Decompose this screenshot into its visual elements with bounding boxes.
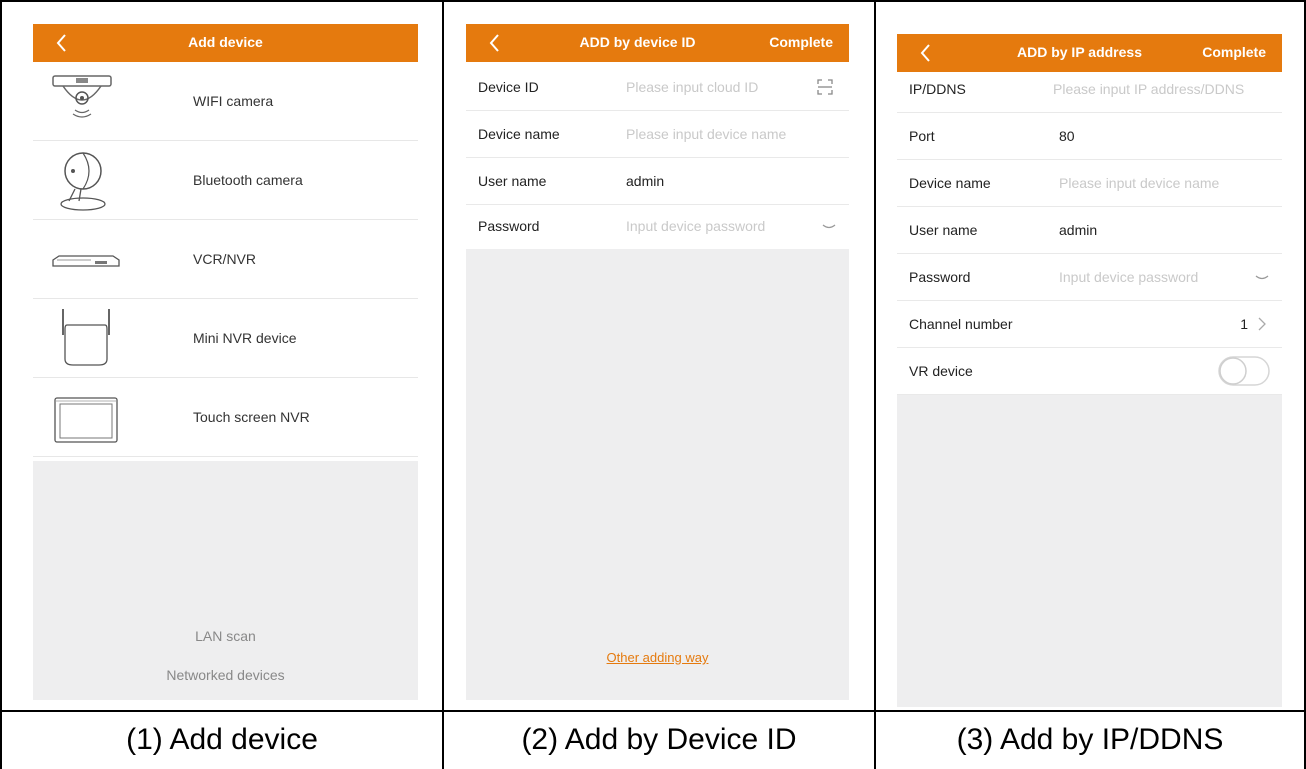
networked-devices-link[interactable]: Networked devices <box>33 667 418 683</box>
password-input[interactable]: Input device password <box>626 203 765 249</box>
device-name-input[interactable]: Please input device name <box>626 111 786 157</box>
device-type-label: Touch screen NVR <box>193 409 310 425</box>
page-title: ADD by device ID <box>579 34 696 50</box>
ip-ddns-row: IP/DDNS Please input IP address/DDNS <box>897 66 1282 113</box>
field-label: User name <box>478 173 547 189</box>
device-type-vcr-nvr[interactable]: VCR/NVR <box>33 220 418 299</box>
other-adding-way-link[interactable]: Other adding way <box>466 650 849 665</box>
field-label: Device ID <box>478 79 539 95</box>
password-row: Password Input device password <box>897 254 1282 301</box>
add-by-device-id-screen: ADD by device ID Complete Device ID Plea… <box>466 24 849 700</box>
device-name-row: Device name Please input device name <box>466 111 849 158</box>
empty-area <box>897 395 1282 707</box>
empty-area <box>33 461 418 700</box>
chevron-left-icon[interactable] <box>482 30 508 56</box>
device-name-row: Device name Please input device name <box>897 160 1282 207</box>
grid-divider-1 <box>442 0 444 769</box>
lan-scan-link[interactable]: LAN scan <box>33 628 418 644</box>
navigation-bar: ADD by device ID Complete <box>466 24 849 62</box>
chevron-right-icon <box>1258 317 1266 331</box>
toggle-off-icon[interactable] <box>1218 356 1270 386</box>
field-label: Device name <box>909 175 991 191</box>
password-row: Password Input device password <box>466 203 849 250</box>
device-id-input[interactable]: Please input cloud ID <box>626 64 758 110</box>
vr-device-row: VR device <box>897 348 1282 395</box>
field-label: IP/DDNS <box>909 81 966 97</box>
device-type-label: WIFI camera <box>193 93 274 109</box>
device-type-bluetooth-camera[interactable]: Bluetooth camera <box>33 141 418 220</box>
complete-button[interactable]: Complete <box>769 34 833 50</box>
caption-add-by-ip-ddns: (3) Add by IP/DDNS <box>956 723 1224 756</box>
user-name-row: User name admin <box>897 207 1282 254</box>
password-input[interactable]: Input device password <box>1059 254 1198 300</box>
navigation-bar: Add device <box>33 24 418 62</box>
nvr-box-icon <box>52 255 120 267</box>
bluetooth-camera-icon <box>60 152 106 211</box>
eye-closed-icon[interactable] <box>1252 267 1272 287</box>
device-type-label: Bluetooth camera <box>193 172 303 188</box>
scan-icon[interactable] <box>815 77 835 97</box>
empty-area <box>466 249 849 700</box>
field-label: Device name <box>478 126 560 142</box>
eye-closed-icon[interactable] <box>819 216 839 236</box>
page-title: Add device <box>188 34 263 50</box>
grid-border-top <box>0 0 1306 2</box>
grid-border-left <box>0 0 2 769</box>
device-type-touch-screen-nvr[interactable]: Touch screen NVR <box>33 378 418 457</box>
user-name-row: User name admin <box>466 158 849 205</box>
caption-add-by-device-id: (2) Add by Device ID <box>521 723 797 756</box>
field-label: Password <box>909 269 971 285</box>
device-type-mini-nvr[interactable]: Mini NVR device <box>33 299 418 378</box>
channel-number-value: 1 <box>1240 316 1248 332</box>
chevron-left-icon[interactable] <box>913 40 939 66</box>
device-type-label: Mini NVR device <box>193 330 297 346</box>
mini-nvr-icon <box>62 309 110 366</box>
channel-number-row[interactable]: Channel number 1 <box>897 301 1282 348</box>
device-type-wifi-camera[interactable]: WIFI camera <box>33 62 418 141</box>
user-name-input[interactable]: admin <box>626 158 664 204</box>
port-row: Port 80 <box>897 113 1282 160</box>
wifi-camera-icon <box>52 75 112 118</box>
caption-add-device: (1) Add device <box>126 723 318 756</box>
device-name-input[interactable]: Please input device name <box>1059 160 1219 206</box>
touch-screen-icon <box>54 397 118 443</box>
port-input[interactable]: 80 <box>1059 113 1075 159</box>
ip-ddns-input[interactable]: Please input IP address/DDNS <box>1053 66 1244 112</box>
field-label: Port <box>909 128 935 144</box>
add-by-ip-screen: ADD by IP address Complete IP/DDNS Pleas… <box>897 34 1282 707</box>
field-label: VR device <box>909 363 973 379</box>
field-label: Password <box>478 218 540 234</box>
device-type-label: VCR/NVR <box>193 251 257 267</box>
add-device-screen: Add device WIFI camera Bluetooth camera … <box>33 24 418 700</box>
user-name-input[interactable]: admin <box>1059 207 1097 253</box>
device-id-row: Device ID Please input cloud ID <box>466 64 849 111</box>
field-label: User name <box>909 222 978 238</box>
grid-divider-2 <box>874 0 876 769</box>
page-title: ADD by IP address <box>1016 44 1142 60</box>
complete-button[interactable]: Complete <box>1202 44 1266 60</box>
field-label: Channel number <box>909 316 1013 332</box>
